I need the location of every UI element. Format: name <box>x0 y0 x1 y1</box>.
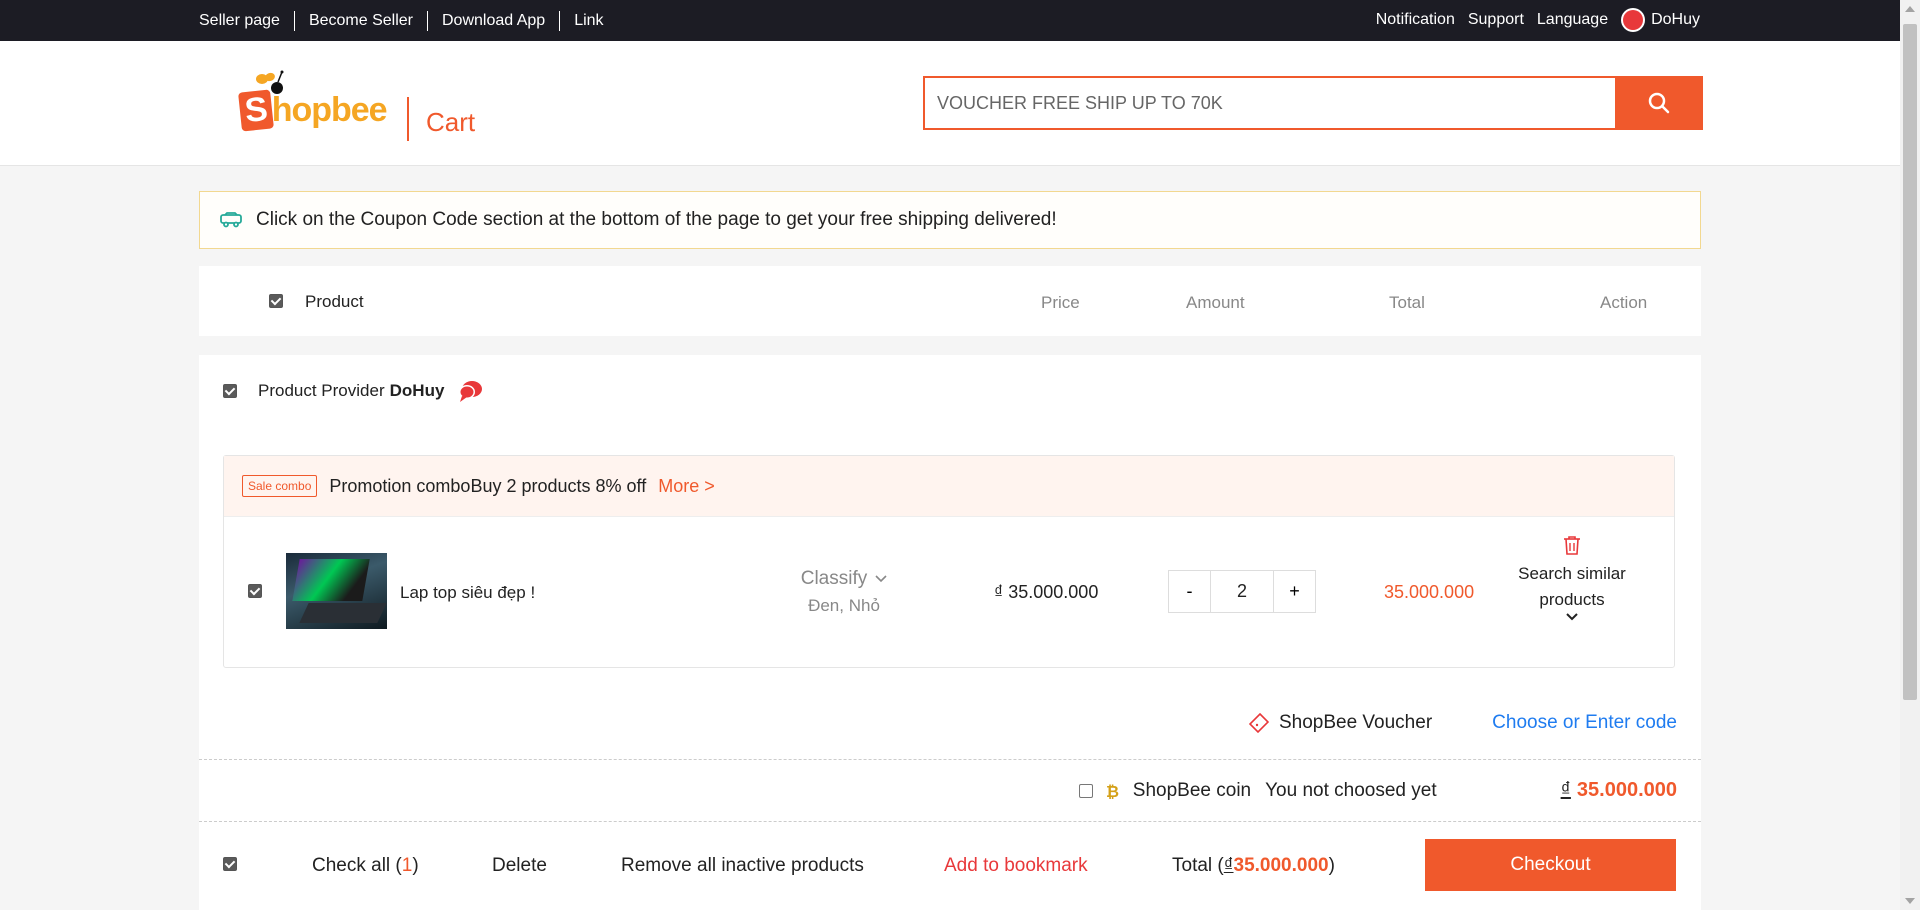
shop-voucher-row: ShopBee Voucher Choose or Enter code <box>1248 712 1677 734</box>
checkout-button[interactable]: Checkout <box>1425 839 1676 891</box>
increase-quantity-button[interactable]: + <box>1274 571 1315 612</box>
delete-button[interactable]: Delete <box>492 855 547 877</box>
shop-section: Product Provider DoHuy Sale combo Promot… <box>199 355 1701 910</box>
search-bar <box>923 76 1703 130</box>
user-menu[interactable]: DoHuy <box>1621 8 1700 32</box>
search-input[interactable] <box>925 78 1615 128</box>
chat-icon[interactable] <box>458 379 484 403</box>
item-checkbox[interactable] <box>248 584 262 598</box>
chevron-down-icon <box>875 575 887 583</box>
truck-icon <box>220 212 242 228</box>
item-price: ₫ 35.000.000 <box>994 582 1099 602</box>
free-shipping-notice: Click on the Coupon Code section at the … <box>199 191 1701 249</box>
provider-name[interactable]: DoHuy <box>390 381 445 401</box>
download-app-link[interactable]: Download App <box>427 11 559 31</box>
cart-table-header: Product Price Amount Total Action <box>199 266 1701 336</box>
link-link[interactable]: Link <box>559 11 617 31</box>
ticket-icon <box>1248 713 1269 733</box>
item-total: 35.000.000 <box>1384 582 1475 602</box>
coin-amount: ₫ 35.000.000 <box>1560 779 1677 801</box>
header-divider <box>407 97 409 141</box>
search-button[interactable] <box>1615 76 1703 130</box>
remove-inactive-button[interactable]: Remove all inactive products <box>621 855 864 877</box>
product-thumbnail[interactable] <box>286 553 387 629</box>
become-seller-link[interactable]: Become Seller <box>293 11 427 31</box>
logo-text: Shopbee <box>238 89 388 132</box>
classify-value: Đen, Nhỏ <box>808 596 880 615</box>
scrollbar-thumb[interactable] <box>1903 24 1917 700</box>
promo-banner: Sale combo Promotion comboBuy 2 products… <box>224 456 1674 517</box>
choose-voucher-link[interactable]: Choose or Enter code <box>1492 712 1677 734</box>
notice-text: Click on the Coupon Code section at the … <box>256 209 1057 230</box>
promo-text: Promotion comboBuy 2 products 8% off <box>329 475 647 496</box>
quantity-input[interactable]: 2 <box>1210 571 1274 612</box>
trash-icon[interactable] <box>1507 535 1637 555</box>
search-similar-link[interactable]: Search similar products <box>1507 561 1637 613</box>
avatar <box>1621 8 1646 32</box>
quantity-stepper: - 2 + <box>1168 570 1316 613</box>
cart-item: Lap top siêu đẹp ! Classify Đen, Nhỏ ₫ 3… <box>224 517 1674 667</box>
scrollbar[interactable] <box>1900 0 1920 910</box>
action-column-header: Action <box>1600 293 1648 312</box>
search-icon <box>1648 92 1670 114</box>
product-name[interactable]: Lap top siêu đẹp ! <box>400 583 535 603</box>
combo-group: Sale combo Promotion comboBuy 2 products… <box>223 455 1675 668</box>
decrease-quantity-button[interactable]: - <box>1169 571 1210 612</box>
check-all-button[interactable]: Check all (1) <box>312 855 419 877</box>
sale-combo-badge: Sale combo <box>242 475 318 497</box>
coin-checkbox[interactable] <box>1078 783 1093 798</box>
divider <box>199 759 1701 760</box>
page-title: Cart <box>426 107 476 137</box>
coin-icon: ₿ <box>1105 782 1119 800</box>
seller-page-link[interactable]: Seller page <box>199 11 294 31</box>
scroll-down-icon[interactable] <box>1905 898 1915 904</box>
shopbee-logo[interactable]: Shopbee <box>232 69 392 139</box>
username: DoHuy <box>1651 11 1700 28</box>
select-all-checkbox[interactable] <box>269 294 283 308</box>
promo-more-link[interactable]: More > <box>658 476 715 497</box>
product-column-header: Product <box>305 292 364 311</box>
support-link[interactable]: Support <box>1468 11 1524 29</box>
classify-label: Classify <box>800 568 868 589</box>
cart-footer: Check all (1) Delete Remove all inactive… <box>199 822 1701 910</box>
shopbee-coin-row: ₿ ShopBee coin You not choosed yet ₫ 35.0… <box>1078 779 1677 802</box>
shop-header: Product Provider DoHuy <box>223 379 484 403</box>
language-link[interactable]: Language <box>1537 11 1608 29</box>
notification-link[interactable]: Notification <box>1376 11 1455 29</box>
cart-total: Total (₫35.000.000) <box>1172 855 1335 876</box>
total-column-header: Total <box>1389 293 1425 312</box>
price-column-header: Price <box>1041 293 1080 312</box>
shop-checkbox[interactable] <box>223 384 237 398</box>
top-links: Seller page Become Seller Download App L… <box>199 11 618 31</box>
coin-status: You not choosed yet <box>1265 779 1437 801</box>
classify-dropdown[interactable]: Classify Đen, Nhỏ <box>784 568 904 616</box>
header: Shopbee Cart <box>0 41 1900 166</box>
coin-label: ShopBee coin <box>1132 779 1252 801</box>
top-bar: Seller page Become Seller Download App L… <box>0 0 1900 41</box>
scroll-up-icon[interactable] <box>1905 6 1915 12</box>
voucher-label: ShopBee Voucher <box>1278 712 1433 733</box>
check-all-checkbox[interactable] <box>223 857 237 871</box>
top-right-menu: Notification Support Language DoHuy <box>1376 8 1700 32</box>
add-bookmark-button[interactable]: Add to bookmark <box>944 855 1088 877</box>
provider-label: Product Provider <box>258 381 385 400</box>
amount-column-header: Amount <box>1186 293 1245 312</box>
item-actions: Search similar products <box>1507 535 1637 621</box>
chevron-down-icon[interactable] <box>1507 613 1637 621</box>
svg-text:₿: ₿ <box>1106 782 1119 800</box>
